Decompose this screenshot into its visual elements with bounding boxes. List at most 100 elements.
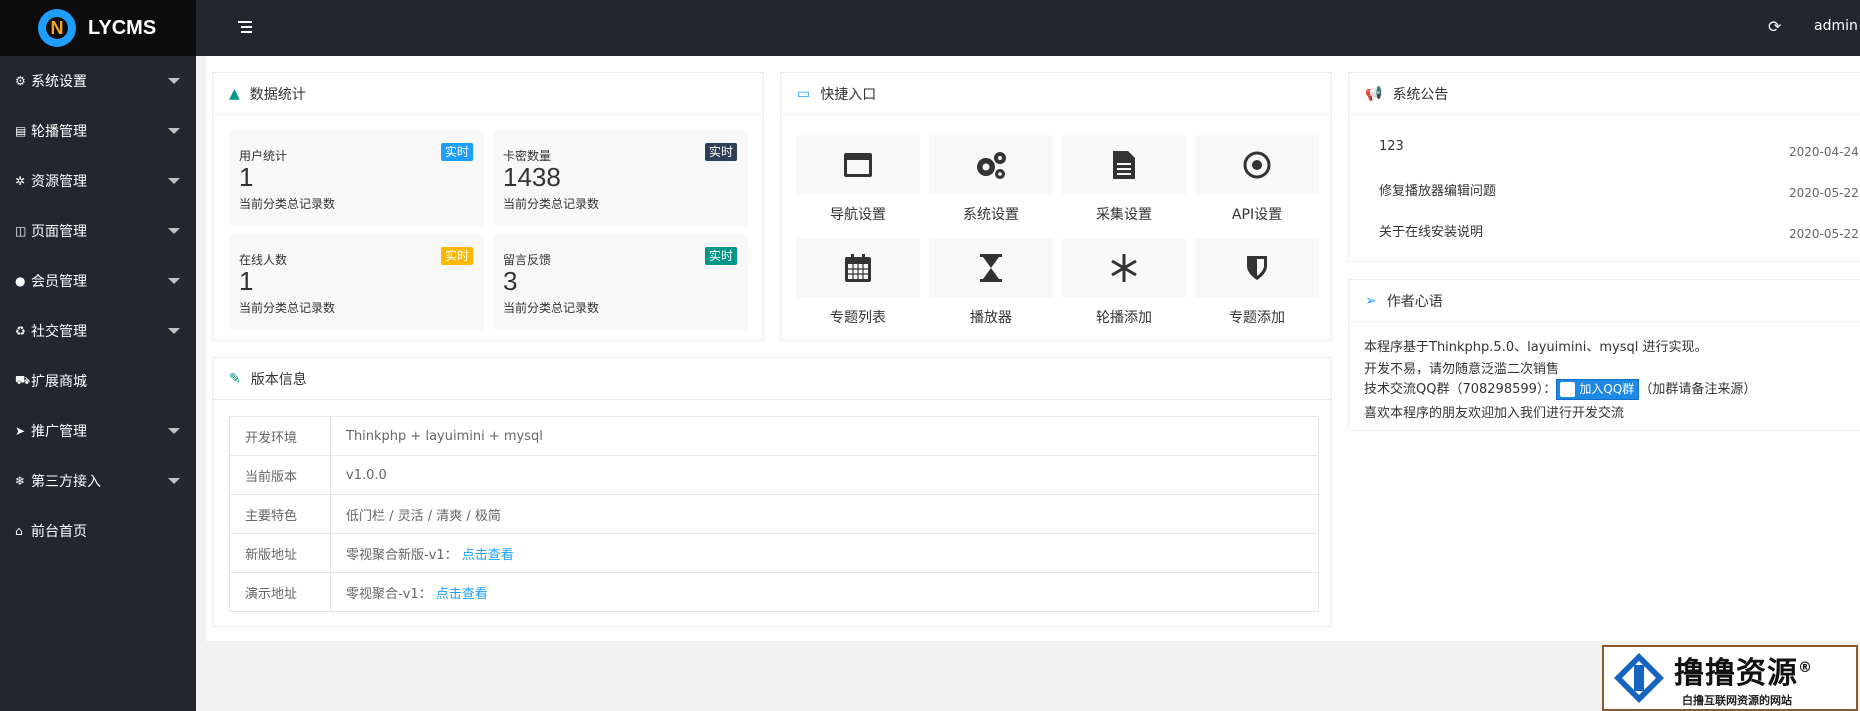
cogs-icon: ✲ [15, 174, 26, 188]
credit-card-icon: ▭ [797, 85, 811, 102]
sidebar-item-4[interactable]: ● 会员管理 [0, 256, 196, 306]
sidebar-item-label: 第三方接入 [31, 474, 101, 490]
chevron-down-icon [168, 178, 180, 184]
hourglass-icon [929, 238, 1053, 298]
snowflake-icon: ❄ [15, 474, 26, 488]
stats-panel: ▲ 数据统计 用户统计 实时 1 当前分类总记录数 卡密数量 实时 1438 当前分类总记录数… [212, 72, 764, 341]
dot-circle-icon [1195, 135, 1319, 195]
shield-icon [1195, 238, 1319, 298]
table-row: 当前版本 v1.0.0 [229, 455, 1319, 495]
stats-panel-title: 数据统计 [249, 86, 306, 103]
author-header: ➢ 作者心语 [1349, 280, 1860, 322]
chevron-down-icon [168, 128, 180, 134]
version-value-cell: v1.0.0 [330, 455, 1319, 495]
sidebar-item-1[interactable]: ▤ 轮播管理 [0, 106, 196, 156]
chevron-down-icon [168, 228, 180, 234]
sidebar-item-label: 轮播管理 [31, 124, 87, 140]
menu-toggle-icon[interactable] [238, 21, 252, 33]
stat-card: 用户统计 实时 1 当前分类总记录数 [229, 131, 484, 227]
sidebar-item-3[interactable]: ◫ 页面管理 [0, 206, 196, 256]
quick-entry-item[interactable]: 系统设置 [929, 135, 1053, 224]
cart-icon: ⛟ [15, 373, 31, 387]
version-table: 开发环境 Thinkphp + layuimini + mysql 当前版本 v1.0… [229, 416, 1319, 612]
quick-entry-label: 导航设置 [830, 207, 886, 223]
stat-card-desc: 当前分类总记录数 [239, 197, 336, 211]
version-value: 零视聚合-v1： [346, 586, 432, 602]
quick-entry-item[interactable]: API设置 [1195, 135, 1319, 224]
paper-plane-icon: ➢ [1365, 292, 1377, 309]
paper-plane-icon: ➤ [15, 424, 26, 438]
qq-group-label: 技术交流QQ群（708298599）： [1364, 382, 1557, 397]
sidebar-item-2[interactable]: ✲ 资源管理 [0, 156, 196, 206]
version-value: v1.0.0 [346, 467, 387, 483]
quick-entry-item[interactable]: 轮播添加 [1062, 238, 1186, 327]
sidebar-item-8[interactable]: ❄ 第三方接入 [0, 456, 196, 506]
quick-entry-item[interactable]: 播放器 [929, 238, 1053, 327]
quick-entry-title: 快捷入口 [820, 86, 877, 103]
version-value-cell: 低门栏 / 灵活 / 清爽 / 极简 [330, 494, 1319, 534]
join-qq-button[interactable]: 加入QQ群 [1556, 379, 1640, 400]
quick-entry-item[interactable]: 专题添加 [1195, 238, 1319, 327]
logo-text: LYCMS [88, 16, 157, 39]
quick-entry-item[interactable]: 专题列表 [796, 238, 920, 327]
notice-item[interactable]: 修复播放器编辑问题 2020-05-22 09:28:2 [1379, 180, 1860, 200]
sidebar-item-label: 资源管理 [31, 174, 87, 190]
sidebar-menu: ⚙ 系统设置 ▤ 轮播管理 ✲ 资源管理 ◫ 页面管理 ● 会员管理 ♻ 社交管理 ⛟ 扩展商城 ➤ 推广管理… [0, 56, 196, 556]
home-icon: ⌂ [15, 524, 23, 538]
quick-entry-item[interactable]: 采集设置 [1062, 135, 1186, 224]
refresh-icon[interactable]: ⟳ [1768, 17, 1781, 36]
warning-icon: ▲ [229, 85, 240, 102]
notice-text: 修复播放器编辑问题 [1379, 184, 1497, 199]
table-row: 开发环境 Thinkphp + layuimini + mysql [229, 416, 1319, 456]
version-title: 版本信息 [250, 371, 307, 388]
view-link[interactable]: 点击查看 [462, 548, 514, 563]
table-row: 新版地址 零视聚合新版-v1： 点击查看 [229, 533, 1319, 573]
slides-icon: ▤ [15, 124, 27, 138]
version-value-cell: 零视聚合新版-v1： 点击查看 [330, 533, 1319, 573]
stat-card: 在线人数 实时 1 当前分类总记录数 [229, 235, 484, 331]
quick-entry-item[interactable]: 导航设置 [796, 135, 920, 224]
quick-entry-label: 专题添加 [1229, 310, 1285, 326]
stat-card-value: 1438 [503, 162, 561, 192]
quick-entry-label: 播放器 [970, 310, 1012, 326]
sidebar-item-5[interactable]: ♻ 社交管理 [0, 306, 196, 356]
logo-icon: N [38, 9, 76, 47]
quick-entry-panel: ▭ 快捷入口 导航设置 系统设置 采集设置 API设置专题列表 播放器 轮播添加 专题添加 [780, 72, 1332, 341]
sidebar-item-9[interactable]: ⌂ 前台首页 [0, 506, 196, 556]
cogs-icon [929, 135, 1053, 195]
stat-card: 留言反馈 实时 3 当前分类总记录数 [493, 235, 748, 331]
sidebar-item-0[interactable]: ⚙ 系统设置 [0, 56, 196, 106]
notice-title: 系统公告 [1392, 86, 1449, 103]
chevron-down-icon [168, 478, 180, 484]
sidebar-item-label: 社交管理 [31, 324, 87, 340]
quick-entry-label: 系统设置 [963, 207, 1019, 223]
version-key: 新版地址 [229, 533, 331, 573]
view-link[interactable]: 点击查看 [436, 587, 488, 602]
notice-date: 2020-04-24 15:46:0 [1789, 145, 1860, 159]
sidebar-item-label: 扩展商城 [31, 374, 87, 390]
windows-icon: ◫ [15, 224, 27, 238]
author-title: 作者心语 [1386, 293, 1443, 310]
author-qq-line: 技术交流QQ群（708298599）： 加入QQ群 （加群请备注来源） [1364, 378, 1756, 400]
calendar-icon [796, 238, 920, 298]
version-key: 当前版本 [229, 455, 331, 495]
users-icon: ● [15, 274, 26, 288]
notice-item[interactable]: 关于在线安装说明 2020-05-22 09:42:0 [1379, 221, 1860, 241]
logo[interactable]: N LYCMS [0, 0, 196, 56]
author-panel: ➢ 作者心语 本程序基于Thinkphp.5.0、layuimini、mysql… [1348, 279, 1860, 431]
notice-item[interactable]: 123 2020-04-24 15:46:0 [1379, 139, 1860, 159]
snowflake-icon [1062, 238, 1186, 298]
sidebar-item-7[interactable]: ➤ 推广管理 [0, 406, 196, 456]
version-value: 零视聚合新版-v1： [346, 547, 458, 563]
chevron-down-icon [168, 278, 180, 284]
watermark-logo [1614, 653, 1664, 703]
table-row: 主要特色 低门栏 / 灵活 / 清爽 / 极简 [229, 494, 1319, 534]
version-key: 演示地址 [229, 572, 331, 612]
user-menu[interactable]: admin ▾ [1814, 18, 1860, 34]
quick-entry-header: ▭ 快捷入口 [781, 73, 1331, 115]
sidebar-item-6[interactable]: ⛟ 扩展商城 [0, 356, 196, 406]
file-text-icon [1062, 135, 1186, 195]
quick-entry-label: 轮播添加 [1096, 310, 1152, 326]
sidebar-item-label: 推广管理 [31, 424, 87, 440]
table-row: 演示地址 零视聚合-v1： 点击查看 [229, 572, 1319, 612]
